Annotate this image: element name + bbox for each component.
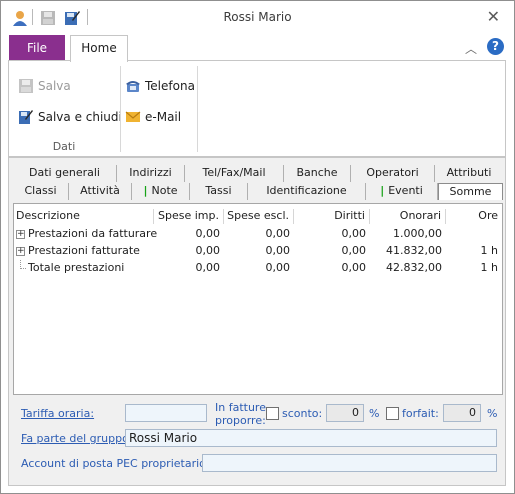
tariffa-oraria-input[interactable]	[125, 404, 207, 422]
ribbon-separator	[120, 66, 121, 152]
salva-label: Salva	[38, 79, 71, 93]
tab-operatori[interactable]: Operatori	[351, 165, 435, 182]
cell-spese-imp: 0,00	[195, 227, 221, 240]
forfait-percent-label: %	[487, 407, 498, 420]
forfait-label: forfait:	[402, 407, 439, 420]
tree-connector	[20, 268, 26, 269]
ribbon-tabs: File Home ︿ ?	[1, 34, 514, 62]
column-header-ore[interactable]: Ore	[446, 209, 502, 224]
group-label-dati: Dati	[52, 140, 76, 153]
content-panel: Dati generali Indirizzi Tel/Fax/Mail Ban…	[8, 157, 506, 486]
sconto-percent-label: %	[369, 407, 380, 420]
cell-spese-imp: 0,00	[195, 244, 221, 257]
telefona-label: Telefona	[145, 79, 195, 93]
tab-note[interactable]: | Note	[132, 183, 190, 200]
cell-ore: 1 h	[480, 261, 498, 274]
save-icon	[19, 79, 33, 93]
cell-onorari: 41.832,00	[386, 244, 442, 257]
gruppo-input[interactable]: Rossi Mario	[125, 429, 497, 447]
pec-account-input[interactable]	[202, 454, 497, 472]
table-row[interactable]: + Prestazioni fatturate 0,00 0,00 0,00 4…	[14, 243, 502, 260]
sconto-input[interactable]: 0	[326, 404, 364, 422]
cell-diritti: 0,00	[341, 261, 367, 274]
cell-diritti: 0,00	[341, 227, 367, 240]
salva-e-chiudi-label: Salva e chiudi	[38, 110, 122, 124]
cell-diritti: 0,00	[341, 244, 367, 257]
sconto-label: sconto:	[282, 407, 323, 420]
expand-icon[interactable]: +	[16, 247, 25, 256]
forfait-input[interactable]: 0	[443, 404, 481, 422]
table-row[interactable]: + Prestazioni da fatturare 0,00 0,00 0,0…	[14, 226, 502, 243]
window-title: Rossi Mario	[223, 10, 292, 24]
tab-note-label: Note	[151, 184, 178, 197]
sconto-checkbox[interactable]	[266, 407, 279, 420]
help-icon[interactable]: ?	[487, 38, 504, 55]
gruppo-label: Fa parte del gruppo:	[21, 432, 133, 445]
envelope-icon	[125, 111, 141, 122]
cell-spese-escl: 0,00	[265, 227, 291, 240]
tab-somme[interactable]: Somme	[438, 183, 503, 200]
cell-onorari: 1.000,00	[393, 227, 442, 240]
in-fatture-label: In fatture	[215, 401, 266, 414]
tab-eventi-label: Eventi	[388, 184, 423, 197]
column-header-spese-escl[interactable]: Spese escl.	[224, 209, 294, 224]
tab-dati-generali[interactable]: Dati generali	[13, 165, 117, 182]
cell-descrizione: Prestazioni fatturate	[28, 244, 140, 257]
eventi-marker-icon: |	[380, 184, 385, 197]
cell-spese-escl: 0,00	[265, 244, 291, 257]
ribbon-panel: Salva Salva e chiudi Telefona e-Mail Dat…	[8, 60, 506, 157]
collapse-ribbon-icon[interactable]: ︿	[465, 40, 477, 57]
telephone-icon	[126, 81, 140, 92]
tab-row-2: Classi Attività | Note Tassi Identificazi…	[13, 183, 503, 200]
column-header-onorari[interactable]: Onorari	[370, 209, 446, 224]
tab-attivita[interactable]: Attività	[69, 183, 132, 200]
save-close-icon	[19, 110, 33, 124]
cell-ore: 1 h	[480, 244, 498, 257]
tab-classi[interactable]: Classi	[13, 183, 69, 200]
column-header-spese-imp[interactable]: Spese imp.	[154, 209, 224, 224]
cell-descrizione: Prestazioni da fatturare	[28, 227, 158, 240]
table-row[interactable]: Totale prestazioni 0,00 0,00 0,00 42.832…	[14, 260, 502, 277]
tab-indirizzi[interactable]: Indirizzi	[117, 165, 185, 182]
column-header-diritti[interactable]: Diritti	[294, 209, 370, 224]
tab-row-1: Dati generali Indirizzi Tel/Fax/Mail Ban…	[13, 165, 503, 182]
column-header-descrizione[interactable]: Descrizione	[16, 209, 154, 224]
window: Rossi Mario ✕ File Home ︿ ? Salva Salva …	[0, 0, 515, 494]
email-label: e-Mail	[145, 110, 182, 124]
pec-account-label: Account di posta PEC proprietario:	[21, 457, 210, 470]
forfait-checkbox[interactable]	[386, 407, 399, 420]
tab-eventi[interactable]: | Eventi	[366, 183, 438, 200]
note-marker-icon: |	[143, 184, 148, 197]
tab-file[interactable]: File	[9, 35, 65, 61]
cell-spese-escl: 0,00	[265, 261, 291, 274]
tab-tel-fax-mail[interactable]: Tel/Fax/Mail	[185, 165, 284, 182]
tab-attributi[interactable]: Attributi	[435, 165, 503, 182]
tab-home[interactable]: Home	[70, 35, 128, 62]
tab-tassi[interactable]: Tassi	[190, 183, 248, 200]
cell-onorari: 42.832,00	[386, 261, 442, 274]
tariffa-oraria-label: Tariffa oraria:	[21, 407, 95, 420]
proporre-label: proporre:	[215, 414, 266, 427]
somme-table: Descrizione Spese imp. Spese escl. Dirit…	[13, 203, 503, 395]
cell-spese-imp: 0,00	[195, 261, 221, 274]
expand-icon[interactable]: +	[16, 230, 25, 239]
title-bar: Rossi Mario ✕	[1, 1, 514, 34]
tab-banche[interactable]: Banche	[284, 165, 351, 182]
close-icon[interactable]: ✕	[487, 7, 500, 26]
ribbon-separator	[197, 66, 198, 152]
tab-identificazione[interactable]: Identificazione	[248, 183, 366, 200]
cell-descrizione: Totale prestazioni	[28, 261, 125, 274]
